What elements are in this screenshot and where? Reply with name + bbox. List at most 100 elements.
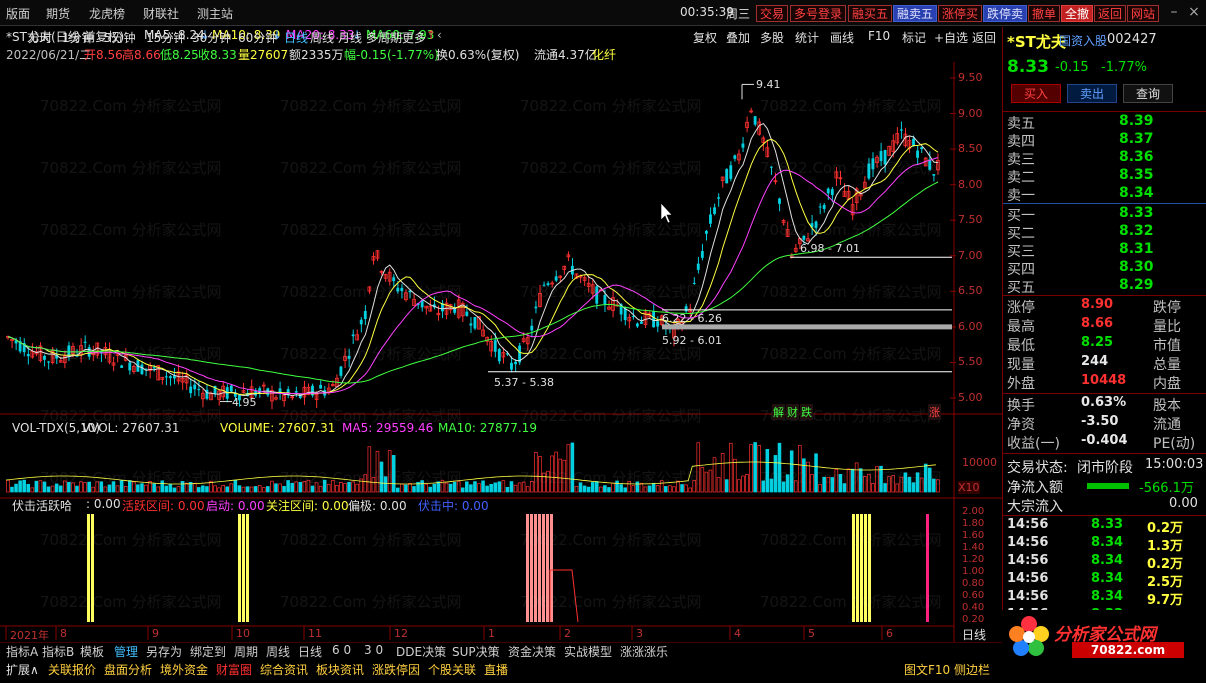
bottom-tab-11[interactable]: DDE决策 xyxy=(396,643,446,660)
bottom-link-7[interactable]: 涨跌停因 xyxy=(372,661,420,678)
period-tab-9[interactable]: 多周期 xyxy=(366,29,402,46)
bottom-link-1[interactable]: 关联报价 xyxy=(48,661,96,678)
volume-bar xyxy=(331,480,335,493)
bid-row[interactable]: 买四 8.30 xyxy=(1005,259,1205,278)
bottom-tab-0[interactable]: 指标A xyxy=(6,643,38,660)
bid-price: 8.33 xyxy=(1119,205,1154,221)
tick-time: 14:56 xyxy=(1007,517,1049,532)
toolbar-multi-stock[interactable]: 多股 xyxy=(760,29,784,46)
period-tab-4[interactable]: 30分钟 xyxy=(192,29,231,46)
bottom-tab-13[interactable]: 资金决策 xyxy=(508,643,556,660)
bottom-tab-15[interactable]: 涨涨涨乐 xyxy=(620,643,668,660)
bottom-tab-3[interactable]: 管理 xyxy=(114,643,138,660)
bottom-tab-9[interactable]: 6 0 xyxy=(332,643,351,657)
period-tab-1[interactable]: 1分钟 xyxy=(62,29,94,46)
buy-button[interactable]: 买入 xyxy=(1011,84,1061,103)
bottom-tab-2[interactable]: 模板 xyxy=(80,643,104,660)
ask-row[interactable]: 卖五 8.39 xyxy=(1005,113,1205,132)
margin-sell5-button[interactable]: 融卖五 xyxy=(893,5,938,22)
bottom-tab-8[interactable]: 日线 xyxy=(298,643,322,660)
toolbar-add-watch[interactable]: +自选 xyxy=(934,29,968,46)
toolbar-draw[interactable]: 画线 xyxy=(830,29,854,46)
menu-test-server[interactable]: 测主站 xyxy=(197,5,233,22)
bottom-link-2[interactable]: 盘面分析 xyxy=(104,661,152,678)
volume-bar xyxy=(936,479,940,493)
volume-bar xyxy=(213,485,217,493)
kline-chart[interactable] xyxy=(0,62,1002,642)
volume-bar xyxy=(509,481,514,493)
margin-buy5-button[interactable]: 融买五 xyxy=(848,5,893,22)
limit-up-buy-button[interactable]: 涨停买 xyxy=(938,5,983,22)
bid-row[interactable]: 买三 8.31 xyxy=(1005,241,1205,260)
bottom-sidebar[interactable]: 侧边栏 xyxy=(954,661,990,678)
minimize-icon[interactable]: – xyxy=(1166,4,1182,20)
bottom-link-5[interactable]: 综合资讯 xyxy=(260,661,308,678)
bottom-link-4[interactable]: 财富圈 xyxy=(216,661,252,678)
toolbar-stats[interactable]: 统计 xyxy=(795,29,819,46)
bottom-link-0[interactable]: 扩展∧ xyxy=(6,661,39,678)
candle-body xyxy=(465,311,469,316)
close-icon[interactable]: × xyxy=(1186,4,1202,20)
back-button[interactable]: 返回 xyxy=(1094,5,1127,22)
bottom-tab-4[interactable]: 另存为 xyxy=(146,643,182,660)
candle-body xyxy=(164,376,168,378)
period-tab-2[interactable]: 5分钟 xyxy=(104,29,136,46)
bottom-f10[interactable]: 图文F10 xyxy=(904,661,950,678)
period-tab-8[interactable]: 月线 xyxy=(338,29,362,46)
menu-layout[interactable]: 版面 xyxy=(6,5,30,22)
website-button[interactable]: 网站 xyxy=(1127,5,1160,22)
limit-down-sell-button[interactable]: 跌停卖 xyxy=(983,5,1028,22)
candle-body xyxy=(684,306,688,312)
volume-bar xyxy=(907,476,912,493)
candle-body xyxy=(717,197,721,199)
ma60-line xyxy=(7,181,939,384)
bottom-period[interactable]: 日线 xyxy=(962,626,986,643)
volume-bar xyxy=(278,483,282,493)
period-tab-6[interactable]: 日线 xyxy=(284,29,308,46)
toolbar-f10[interactable]: F10 xyxy=(868,29,890,43)
bid-row[interactable]: 买一 8.33 xyxy=(1005,205,1205,224)
bottom-tab-12[interactable]: SUP决策 xyxy=(452,643,500,660)
volume-bar xyxy=(773,455,778,493)
bottom-tab-6[interactable]: 周期 xyxy=(234,643,258,660)
bottom-tab-14[interactable]: 实战模型 xyxy=(564,643,612,660)
multi-login-button[interactable]: 多号登录 xyxy=(790,5,847,22)
bottom-tab-10[interactable]: 3 0 xyxy=(364,643,383,657)
menu-futures[interactable]: 期货 xyxy=(46,5,70,22)
query-button[interactable]: 查询 xyxy=(1123,84,1173,103)
period-tab-5[interactable]: 60分钟 xyxy=(238,29,277,46)
bottom-link-8[interactable]: 个股关联 xyxy=(428,661,476,678)
ask-row[interactable]: 卖四 8.37 xyxy=(1005,131,1205,150)
period-tab-0[interactable]: 分时 xyxy=(28,29,52,46)
candle-body xyxy=(83,341,87,343)
menu-longhubang[interactable]: 龙虎榜 xyxy=(89,5,125,22)
toolbar-overlay[interactable]: 叠加 xyxy=(726,29,750,46)
cancel-order-button[interactable]: 撤单 xyxy=(1028,5,1061,22)
bottom-link-6[interactable]: 板块资讯 xyxy=(316,661,364,678)
menu-cailianshe[interactable]: 财联社 xyxy=(143,5,179,22)
bid-row[interactable]: 买五 8.29 xyxy=(1005,277,1205,296)
trade-button[interactable]: 交易 xyxy=(756,5,789,22)
ask-row[interactable]: 卖二 8.35 xyxy=(1005,167,1205,186)
ask-row[interactable]: 卖三 8.36 xyxy=(1005,149,1205,168)
sell-button[interactable]: 卖出 xyxy=(1067,84,1117,103)
bottom-tab-5[interactable]: 绑定到 xyxy=(190,643,226,660)
toolbar-mark[interactable]: 标记 xyxy=(902,29,926,46)
bid-row[interactable]: 买二 8.32 xyxy=(1005,223,1205,242)
bottom-link-3[interactable]: 境外资金 xyxy=(160,661,208,678)
toolbar-fuquan[interactable]: 复权 xyxy=(693,29,717,46)
bottom-link-9[interactable]: 直播 xyxy=(484,661,508,678)
volume-bar xyxy=(708,469,713,493)
cancel-all-button[interactable]: 全撤 xyxy=(1061,5,1094,22)
ask-row[interactable]: 卖一 8.34 xyxy=(1005,185,1205,204)
period-tab-10[interactable]: 更多 xyxy=(402,29,426,46)
volume-bar xyxy=(542,472,546,493)
bottom-tab-7[interactable]: 周线 xyxy=(266,643,290,660)
period-tab-7[interactable]: 周线 xyxy=(310,29,334,46)
volume-bar xyxy=(854,462,859,493)
bottom-tab-1[interactable]: 指标B xyxy=(42,643,74,660)
bid-label: 买一 xyxy=(1007,208,1035,224)
candle-body xyxy=(120,365,124,368)
period-tab-3[interactable]: 15分钟 xyxy=(146,29,185,46)
toolbar-back[interactable]: 返回 xyxy=(972,29,996,46)
